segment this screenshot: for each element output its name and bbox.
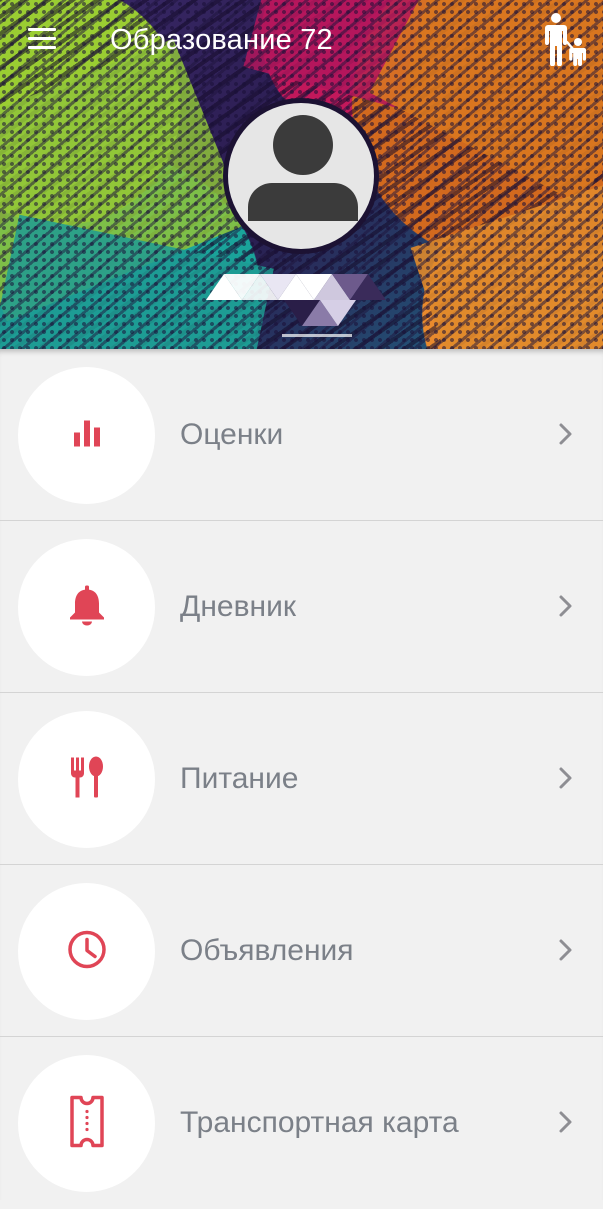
top-bar: Образование 72 [0,0,603,80]
ticket-icon [69,1095,105,1152]
bar-chart-icon [73,419,101,452]
menu-item-label: Объявления [180,934,354,967]
menu-item-icon-circle [18,539,155,676]
menu-item-icon-circle [18,883,155,1020]
app-title: Образование 72 [110,24,333,56]
menu-item-transport-card[interactable]: Транспортная карта [0,1037,603,1209]
avatar[interactable] [223,98,379,254]
menu-item-icon-circle [18,367,155,504]
chevron-right-icon [556,1110,576,1134]
chevron-right-icon [556,938,576,962]
bell-icon [69,585,105,630]
menu-item-grades[interactable]: Оценки [0,349,603,521]
chevron-right-icon [556,422,576,446]
main-menu-list: Оценки Дневник Питание Объявления Трансп… [0,349,603,1200]
menu-item-meals[interactable]: Питание [0,693,603,865]
header-background-shape [410,179,603,349]
menu-item-label: Оценки [180,418,284,451]
menu-item-label: Питание [180,762,299,795]
menu-item-icon-circle [18,711,155,848]
profile-header: Образование 72 [0,0,603,349]
menu-item-label: Транспортная карта [180,1106,459,1139]
clock-icon [67,929,107,974]
menu-item-label: Дневник [180,590,296,623]
user-placeholder-icon [228,103,374,249]
menu-item-diary[interactable]: Дневник [0,521,603,693]
parent-child-icon[interactable] [542,12,590,67]
chevron-right-icon [556,766,576,790]
profile-name-obscured [204,270,404,340]
menu-item-icon-circle [18,1055,155,1192]
menu-item-announcements[interactable]: Объявления [0,865,603,1037]
fork-spoon-icon [70,756,104,803]
hamburger-menu-icon[interactable] [26,26,60,52]
chevron-right-icon [556,594,576,618]
